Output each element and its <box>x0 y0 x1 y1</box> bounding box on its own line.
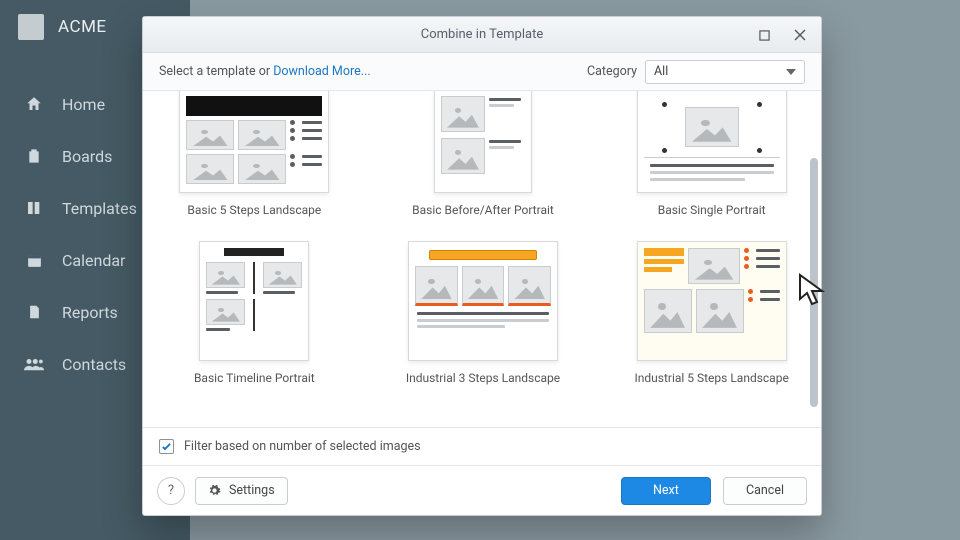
templates-icon <box>24 198 44 218</box>
dialog-title: Combine in Template <box>421 27 543 42</box>
template-thumbnail <box>408 241 558 361</box>
help-button[interactable]: ? <box>157 477 185 505</box>
template-thumbnail <box>434 91 532 193</box>
sidebar-item-label: Home <box>62 95 105 114</box>
brand-name: ACME <box>58 17 107 37</box>
maximize-button[interactable] <box>749 21 779 49</box>
template-thumbnail <box>637 91 787 193</box>
template-name: Basic 5 Steps Landscape <box>187 203 321 217</box>
template-thumbnail <box>199 241 309 361</box>
category-select[interactable]: All <box>645 60 805 84</box>
gear-icon <box>208 484 221 497</box>
template-gallery: Basic 5 Steps Landscape <box>143 91 821 427</box>
template-card[interactable]: Industrial 5 Steps Landscape <box>618 241 805 385</box>
next-button[interactable]: Next <box>621 477 711 505</box>
filter-label: Filter based on number of selected image… <box>184 439 421 454</box>
template-card[interactable]: Basic Single Portrait <box>618 91 805 217</box>
template-name: Basic Before/After Portrait <box>412 203 554 217</box>
scrollbar-thumb[interactable] <box>810 158 818 407</box>
template-card[interactable]: Industrial 3 Steps Landscape <box>390 241 577 385</box>
report-icon <box>24 302 44 322</box>
category-value: All <box>654 64 668 79</box>
chevron-down-icon <box>786 69 796 75</box>
template-thumbnail <box>179 91 329 193</box>
cancel-button[interactable]: Cancel <box>723 477 807 505</box>
contacts-icon <box>24 354 44 374</box>
category-label: Category <box>587 64 637 79</box>
template-name: Industrial 5 Steps Landscape <box>634 371 788 385</box>
sidebar-item-label: Reports <box>62 303 118 322</box>
home-icon <box>24 94 44 114</box>
sidebar-item-label: Contacts <box>62 355 126 374</box>
calendar-icon <box>24 250 44 270</box>
dialog-titlebar: Combine in Template <box>143 17 821 53</box>
sidebar-item-label: Boards <box>62 147 112 166</box>
template-name: Basic Timeline Portrait <box>194 371 315 385</box>
template-name: Basic Single Portrait <box>658 203 766 217</box>
template-thumbnail <box>637 241 787 361</box>
close-button[interactable] <box>785 21 815 49</box>
template-card[interactable]: Basic 5 Steps Landscape <box>161 91 348 217</box>
template-card[interactable]: Basic Before/After Portrait <box>390 91 577 217</box>
filter-bar: Filter based on number of selected image… <box>143 427 821 465</box>
combine-template-dialog: Combine in Template Select a template or… <box>142 16 822 516</box>
brand-logo <box>18 14 44 40</box>
sidebar-item-label: Calendar <box>62 251 125 270</box>
filter-checkbox[interactable] <box>159 439 174 454</box>
template-name: Industrial 3 Steps Landscape <box>406 371 560 385</box>
dialog-subbar: Select a template or Download More... Ca… <box>143 53 821 91</box>
settings-button[interactable]: Settings <box>195 477 288 505</box>
download-more-link[interactable]: Download More... <box>273 64 370 79</box>
dialog-footer: ? Settings Next Cancel <box>143 465 821 515</box>
help-icon: ? <box>168 483 174 498</box>
template-card[interactable]: Basic Timeline Portrait <box>161 241 348 385</box>
sidebar-item-label: Templates <box>62 199 137 218</box>
select-template-prompt: Select a template or Download More... <box>159 64 371 79</box>
gallery-scrollbar[interactable] <box>809 91 819 427</box>
clipboard-icon <box>24 146 44 166</box>
